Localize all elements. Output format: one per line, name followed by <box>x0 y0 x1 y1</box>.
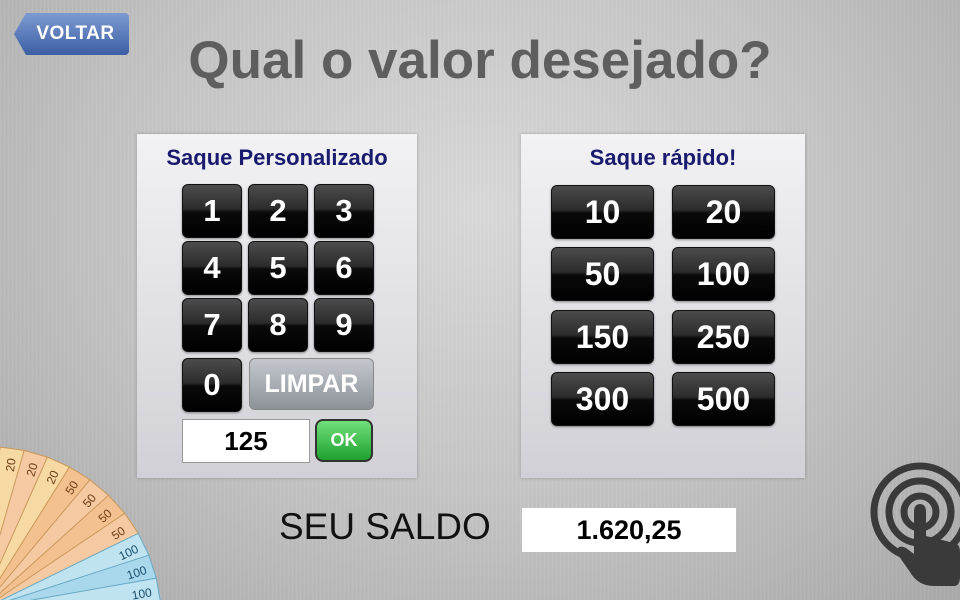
keypad-key-6[interactable]: 6 <box>314 241 374 295</box>
clear-button[interactable]: LIMPAR <box>249 358 374 410</box>
touch-hand-icon <box>870 462 960 586</box>
quick-amount-100[interactable]: 100 <box>672 247 775 301</box>
quick-amount-20[interactable]: 20 <box>672 185 775 239</box>
keypad-key-9[interactable]: 9 <box>314 298 374 352</box>
quick-amount-250[interactable]: 250 <box>672 310 775 364</box>
banknote-label: 20 <box>3 457 19 472</box>
keypad-key-7[interactable]: 7 <box>182 298 242 352</box>
ok-button[interactable]: OK <box>315 419 373 462</box>
amount-input[interactable] <box>182 419 310 463</box>
banknotes-illustration: 20 20 20 20 50 50 50 50 100 100 100 <box>0 446 162 600</box>
quick-amount-50[interactable]: 50 <box>551 247 654 301</box>
balance-label: SEU SALDO <box>279 506 491 547</box>
custom-withdrawal-panel: Saque Personalizado 1 2 3 4 5 6 7 8 9 0 … <box>137 134 417 478</box>
quick-amount-150[interactable]: 150 <box>551 310 654 364</box>
keypad-key-2[interactable]: 2 <box>248 184 308 238</box>
keypad-key-0[interactable]: 0 <box>182 358 242 412</box>
quick-amount-10[interactable]: 10 <box>551 185 654 239</box>
custom-withdrawal-title: Saque Personalizado <box>166 145 388 170</box>
page-title: Qual o valor desejado? <box>188 31 772 90</box>
keypad-key-1[interactable]: 1 <box>182 184 242 238</box>
quick-amount-500[interactable]: 500 <box>672 372 775 426</box>
keypad-key-3[interactable]: 3 <box>314 184 374 238</box>
balance-value: 1.620,25 <box>522 508 736 552</box>
quick-withdrawal-panel: Saque rápido! 10 20 50 100 150 250 300 5… <box>521 134 805 478</box>
keypad-key-4[interactable]: 4 <box>182 241 242 295</box>
keypad-key-5[interactable]: 5 <box>248 241 308 295</box>
banknote-label: 100 <box>131 585 153 600</box>
quick-amount-300[interactable]: 300 <box>551 372 654 426</box>
keypad-key-8[interactable]: 8 <box>248 298 308 352</box>
quick-withdrawal-title: Saque rápido! <box>589 145 737 170</box>
